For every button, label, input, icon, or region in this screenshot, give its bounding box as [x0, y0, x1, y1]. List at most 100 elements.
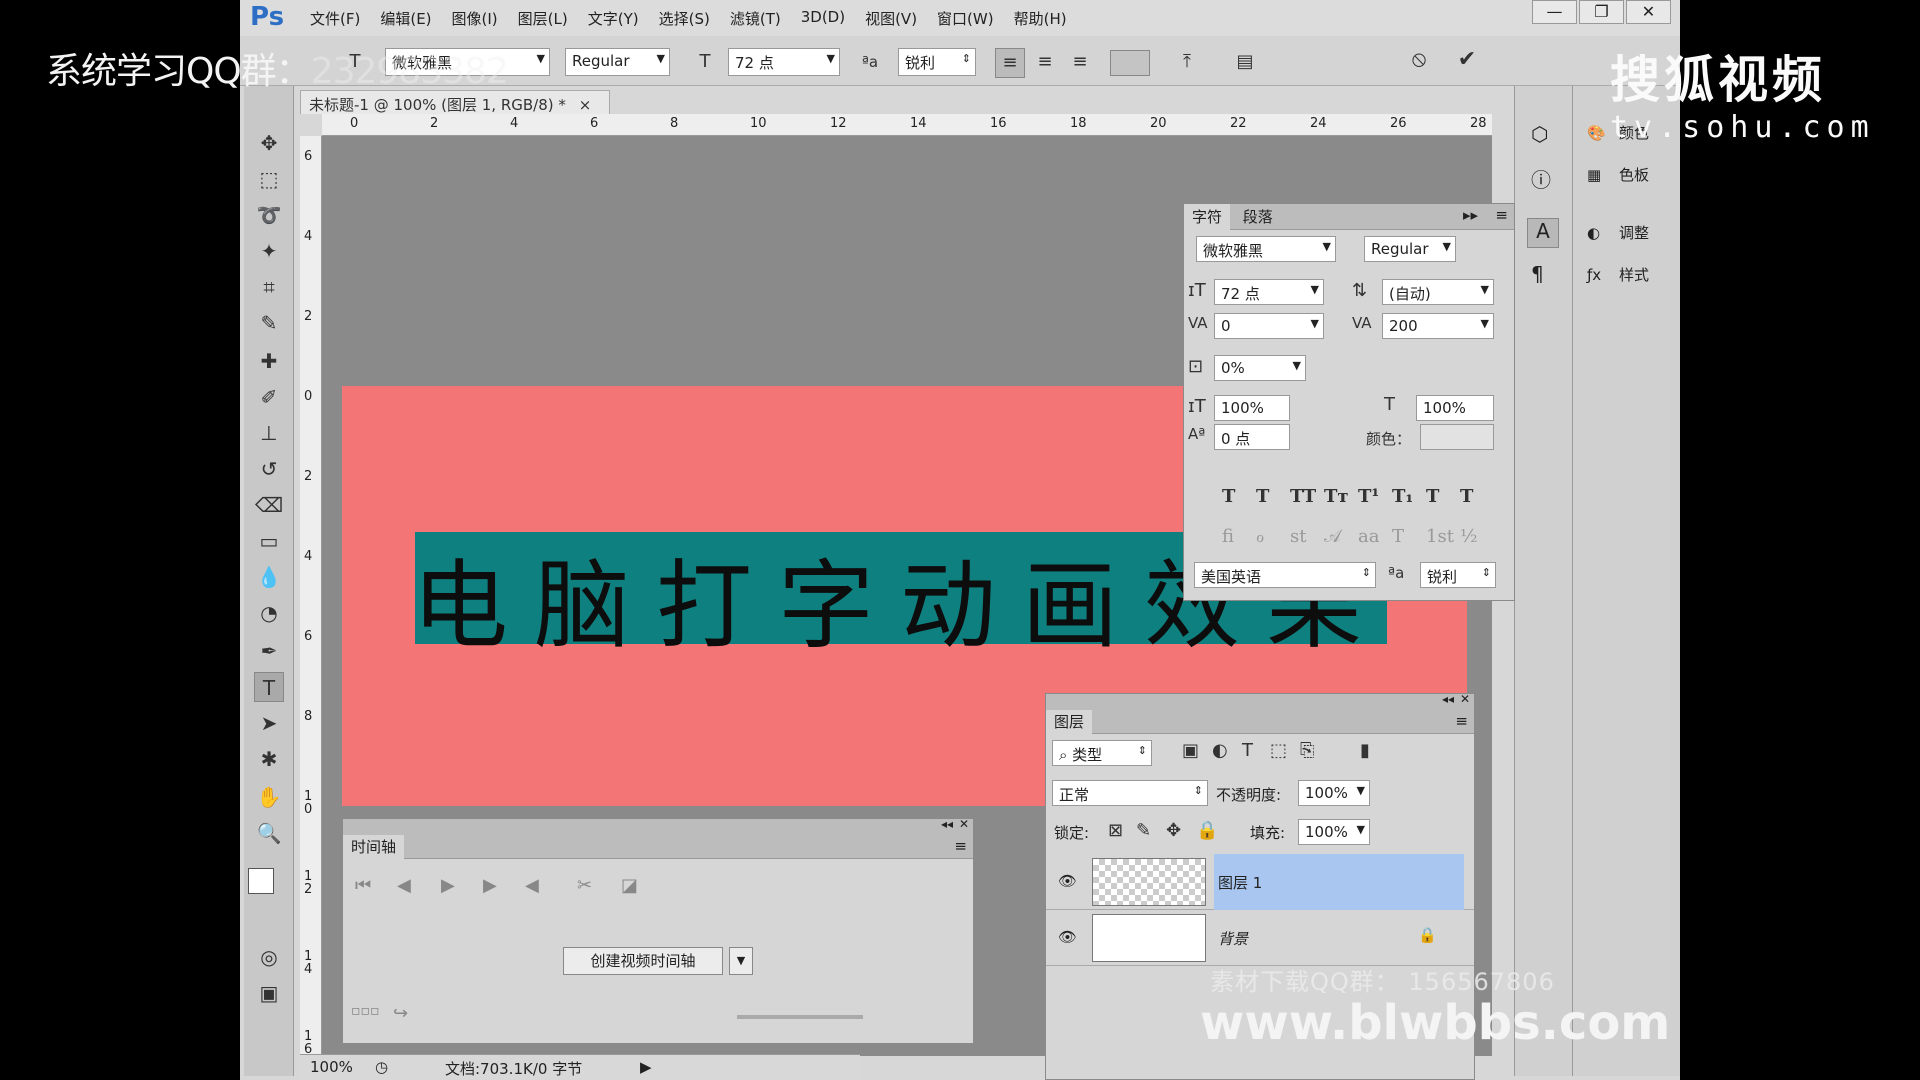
tab-timeline[interactable]: 时间轴 [343, 835, 405, 861]
lock-all-icon[interactable]: 🔒 [1196, 820, 1218, 841]
magic-wand-tool-icon[interactable]: ✦ [254, 236, 284, 266]
restore-button[interactable]: ❐ [1579, 0, 1624, 24]
tab-character[interactable]: 字符 [1184, 204, 1231, 230]
close-icon[interactable]: × [579, 96, 592, 114]
menu-item[interactable]: 文件(F) [300, 8, 370, 29]
char-size-field[interactable]: 72 点 ▼ [1214, 279, 1324, 305]
menu-item[interactable]: 图像(I) [442, 8, 508, 29]
opentype-button[interactable]: ﬁ [1222, 526, 1234, 547]
menu-item[interactable]: 视图(V) [855, 8, 927, 29]
panel-menu-icon[interactable]: ≡ [954, 837, 967, 855]
audio-icon[interactable]: ◀ [525, 875, 539, 896]
lock-transparent-icon[interactable]: ⊠ [1108, 820, 1123, 841]
filter-adjust-icon[interactable]: ◐ [1212, 740, 1228, 761]
shape-tool-icon[interactable]: ✱ [254, 744, 284, 774]
tab-layers[interactable]: 图层 [1046, 710, 1093, 736]
healing-tool-icon[interactable]: ✚ [254, 346, 284, 376]
layer-filter-select[interactable]: ⌕ 类型 ⇕ [1052, 740, 1152, 766]
3d-icon[interactable]: ⬡ [1531, 122, 1548, 146]
opentype-button[interactable]: ½ [1460, 526, 1477, 547]
first-frame-icon[interactable]: ⏮ [355, 875, 371, 896]
opentype-button[interactable]: T [1392, 526, 1404, 547]
frame-mode-icon[interactable]: ▫▫▫ [351, 1003, 379, 1019]
type-style-button[interactable]: T₁ [1392, 486, 1413, 507]
lock-paint-icon[interactable]: ✎ [1136, 820, 1151, 841]
panel-menu-icon[interactable]: ≡ [1455, 712, 1468, 730]
expand-icon[interactable]: ▸▸ [1463, 206, 1478, 224]
brush-tool-icon[interactable]: ✐ [254, 382, 284, 412]
font-size-select[interactable]: 72 点 ▼ [728, 48, 840, 76]
menu-item[interactable]: 帮助(H) [1004, 8, 1077, 29]
dock-item-adjust[interactable]: ◐ 调整 [1587, 222, 1649, 243]
char-vscale-field[interactable]: 100% [1214, 395, 1290, 421]
filter-type-icon[interactable]: T [1242, 740, 1253, 761]
create-video-timeline-button[interactable]: 创建视频时间轴 [563, 947, 723, 975]
char-kerning-field[interactable]: 0 ▼ [1214, 313, 1324, 339]
paragraph-icon[interactable]: ¶ [1531, 262, 1544, 286]
align-center-icon[interactable]: ≡ [1030, 48, 1060, 78]
character-icon[interactable]: A [1527, 218, 1559, 248]
zoom-slider[interactable] [737, 1015, 863, 1019]
type-style-button[interactable]: TT [1290, 486, 1316, 507]
type-style-button[interactable]: T [1256, 486, 1269, 507]
dodge-tool-icon[interactable]: ◔ [254, 598, 284, 628]
fill-field[interactable]: 100% ▼ [1298, 819, 1370, 845]
char-antialias-select[interactable]: 锐利 ⇕ [1420, 562, 1496, 588]
eye-icon[interactable]: 👁 [1058, 928, 1077, 946]
collapse-icon[interactable]: ◂◂ [1442, 692, 1454, 706]
char-tsume-field[interactable]: 0% ▼ [1214, 355, 1306, 381]
type-style-button[interactable]: T [1426, 486, 1439, 507]
align-right-icon[interactable]: ≡ [1065, 48, 1095, 78]
menu-item[interactable]: 选择(S) [649, 8, 720, 29]
close-icon[interactable]: ✕ [1460, 692, 1470, 706]
close-button[interactable]: ✕ [1626, 0, 1671, 24]
menu-item[interactable]: 窗口(W) [927, 8, 1004, 29]
pen-tool-icon[interactable]: ✒ [254, 636, 284, 666]
align-left-icon[interactable]: ≡ [995, 48, 1025, 78]
marquee-tool-icon[interactable]: ⬚ [254, 164, 284, 194]
lasso-tool-icon[interactable]: ➰ [254, 200, 284, 230]
opacity-field[interactable]: 100% ▼ [1298, 780, 1370, 806]
type-style-button[interactable]: Tᴛ [1324, 486, 1349, 507]
char-hscale-field[interactable]: 100% [1416, 395, 1494, 421]
commit-icon[interactable]: ✔ [1452, 46, 1482, 76]
filter-toggle-icon[interactable]: ▮ [1360, 740, 1370, 761]
history-brush-tool-icon[interactable]: ↺ [254, 454, 284, 484]
eraser-tool-icon[interactable]: ⌫ [254, 490, 284, 520]
gradient-tool-icon[interactable]: ▭ [254, 526, 284, 556]
menu-item[interactable]: 文字(Y) [578, 8, 649, 29]
filter-smart-icon[interactable]: ⎘ [1300, 740, 1314, 761]
antialias-select[interactable]: 锐利 ⇕ [898, 48, 976, 76]
opentype-button[interactable]: aa [1358, 526, 1379, 547]
close-icon[interactable]: ✕ [959, 817, 969, 831]
type-style-button[interactable]: T [1222, 486, 1235, 507]
char-style-select[interactable]: Regular ▼ [1364, 236, 1456, 262]
language-select[interactable]: 美国英语 ⇕ [1194, 562, 1376, 588]
font-style-select[interactable]: Regular ▼ [565, 48, 670, 76]
menu-item[interactable]: 图层(L) [508, 8, 578, 29]
panel-menu-icon[interactable]: ≡ [1495, 206, 1508, 224]
filter-pixel-icon[interactable]: ▣ [1182, 740, 1199, 761]
quick-mask-icon[interactable]: ◎ [254, 942, 284, 972]
foreground-color-swatch[interactable] [248, 868, 274, 894]
crop-tool-icon[interactable]: ⌗ [254, 272, 284, 302]
path-select-tool-icon[interactable]: ➤ [254, 708, 284, 738]
char-color-swatch[interactable] [1420, 424, 1494, 450]
type-tool-icon[interactable]: T [254, 672, 284, 702]
cancel-icon[interactable]: ⦸ [1404, 46, 1434, 76]
screen-mode-icon[interactable]: ▣ [254, 978, 284, 1008]
next-frame-icon[interactable]: ▶ [483, 875, 497, 896]
warp-text-icon[interactable]: ⤒ [1172, 48, 1202, 78]
char-tracking-field[interactable]: 200 ▼ [1382, 313, 1494, 339]
zoom-level[interactable]: 100% [310, 1058, 353, 1076]
menu-item[interactable]: 3D(D) [791, 8, 855, 29]
hand-tool-icon[interactable]: ✋ [254, 782, 284, 812]
move-tool-icon[interactable]: ✥ [254, 128, 284, 158]
text-color-swatch[interactable] [1110, 50, 1150, 76]
menu-item[interactable]: 编辑(E) [370, 8, 441, 29]
tab-paragraph[interactable]: 段落 [1235, 204, 1281, 230]
info-icon[interactable]: ⓘ [1531, 164, 1551, 193]
collapse-icon[interactable]: ◂◂ [941, 817, 953, 831]
lock-move-icon[interactable]: ✥ [1166, 820, 1181, 841]
layer-name[interactable]: 图层 1 [1218, 872, 1262, 893]
